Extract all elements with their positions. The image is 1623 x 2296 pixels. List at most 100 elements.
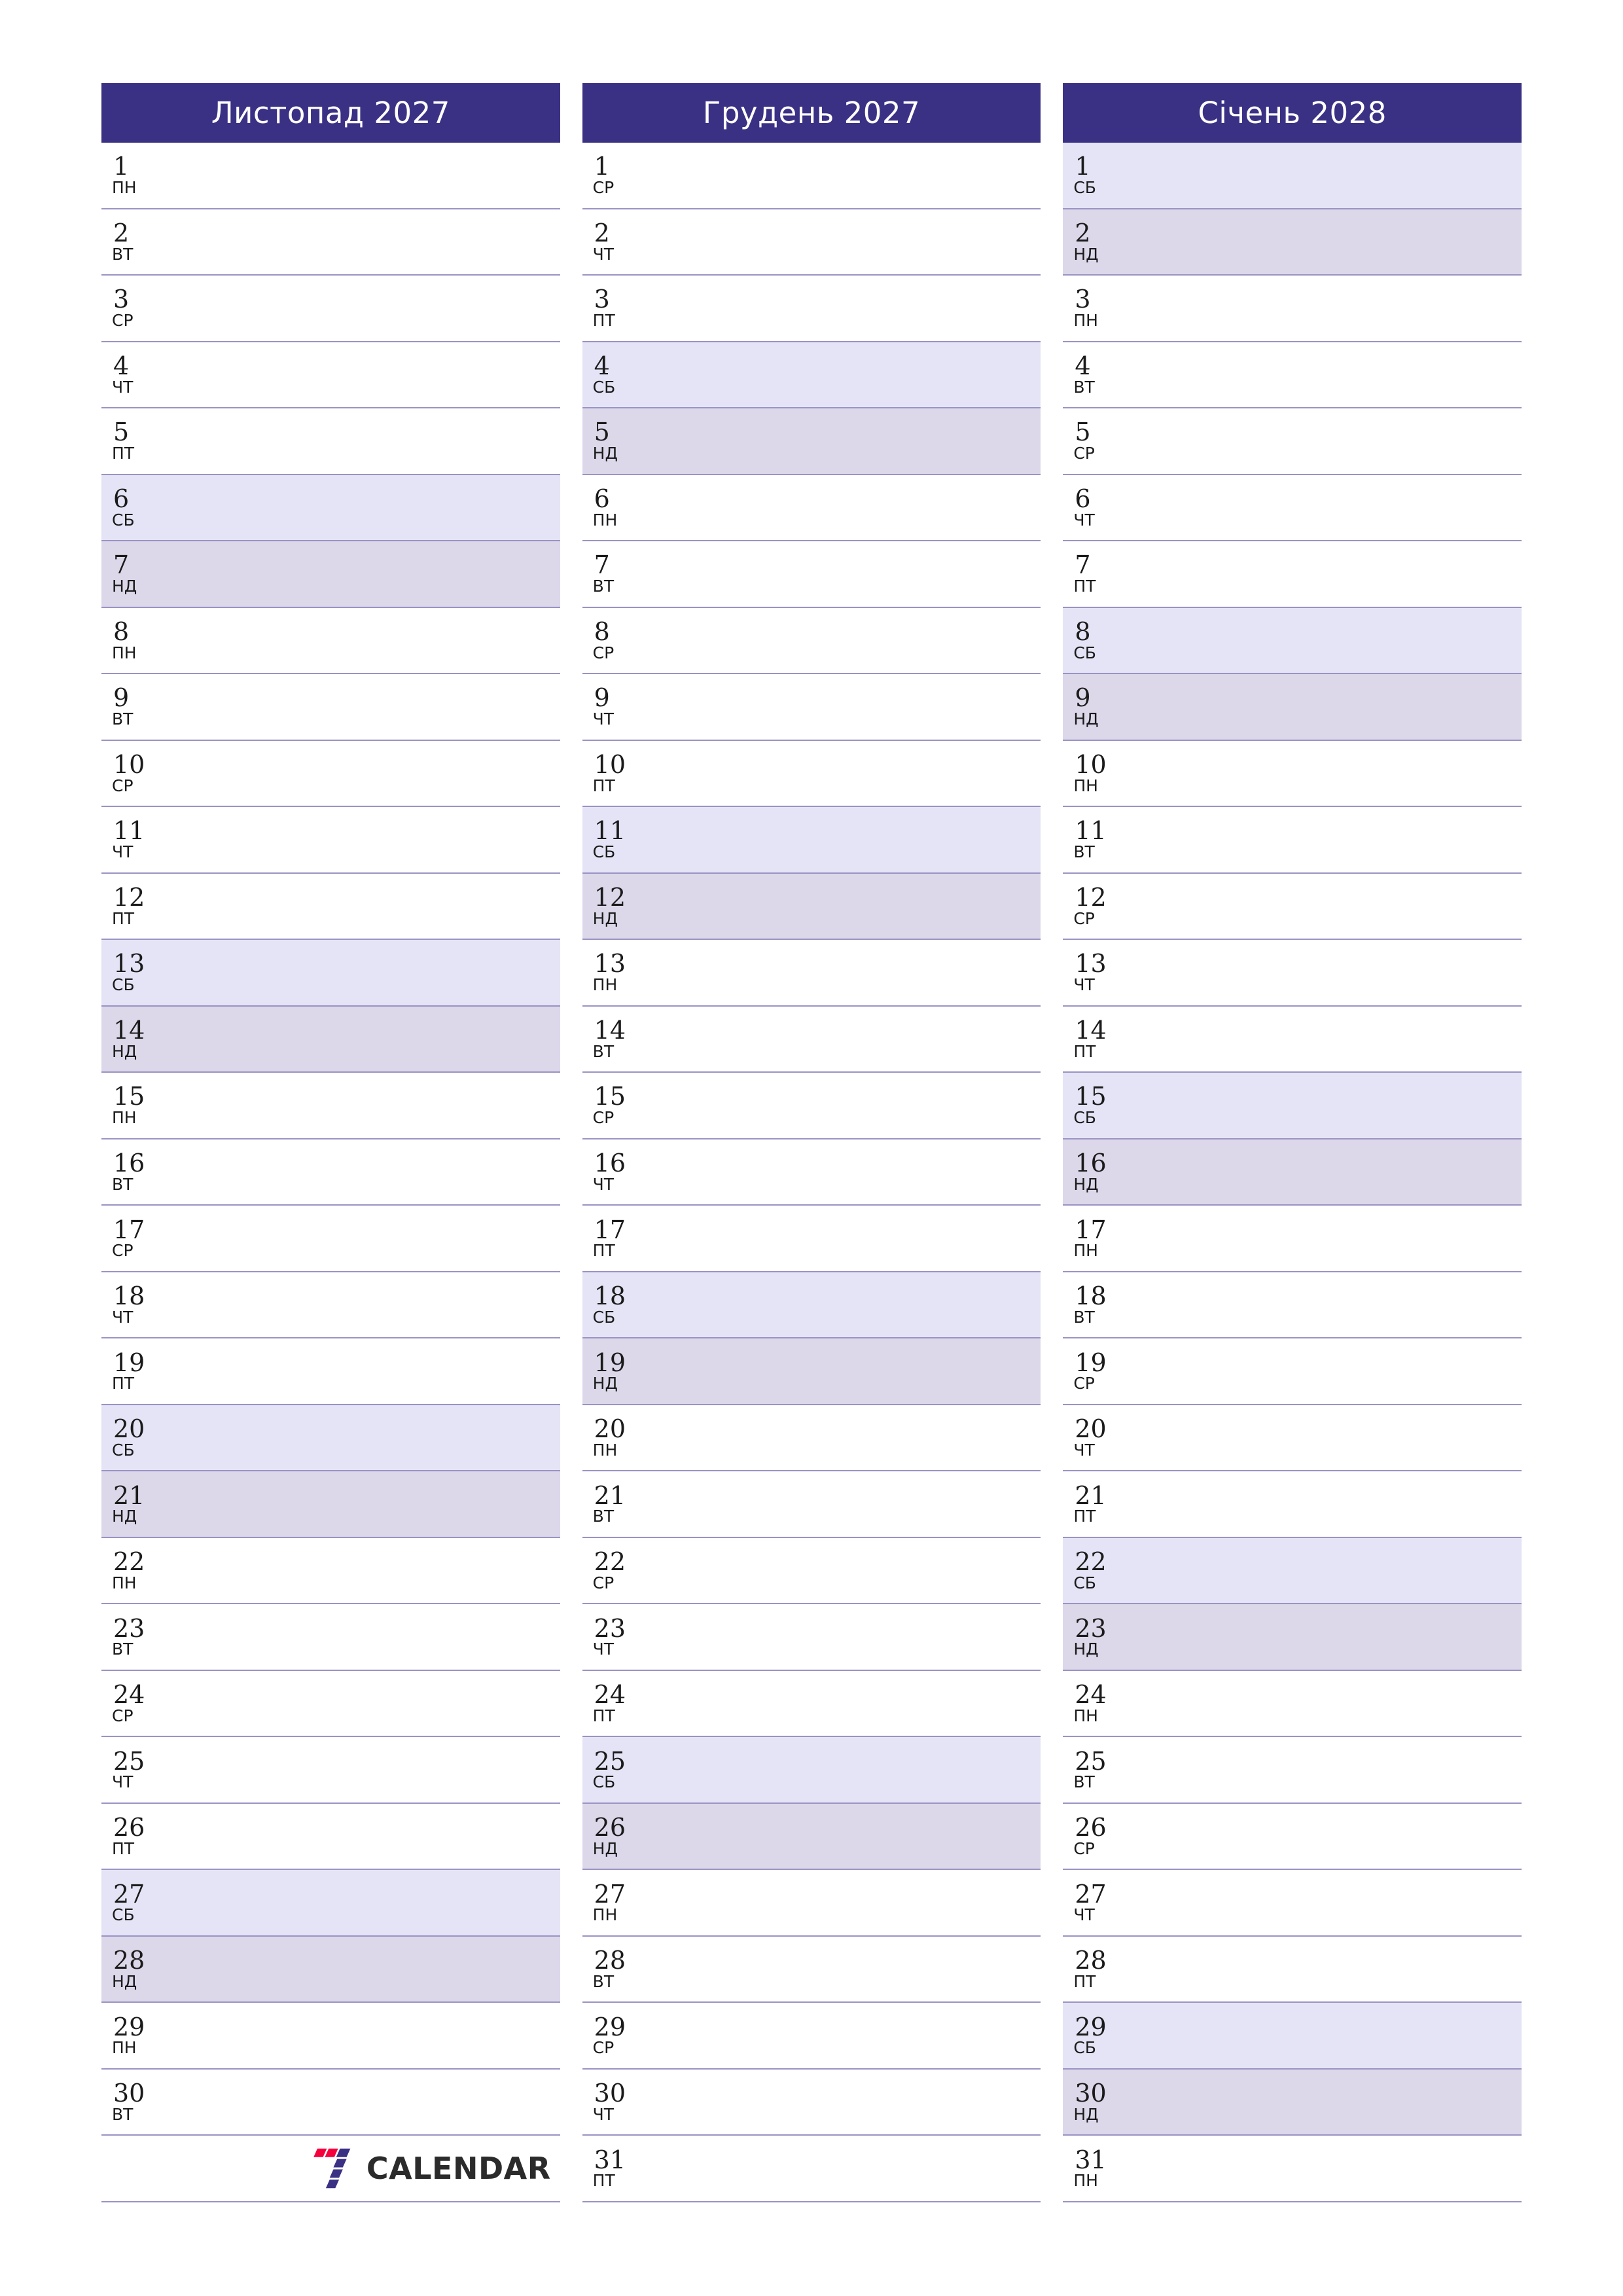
day-row[interactable]: 19 СР [1063, 1338, 1522, 1405]
day-row[interactable]: 27 ПН [582, 1870, 1041, 1937]
day-row[interactable]: 5 СР [1063, 408, 1522, 475]
day-row[interactable]: 16 ЧТ [582, 1139, 1041, 1206]
day-row[interactable]: 8 ПН [101, 608, 560, 675]
day-row[interactable]: 3 СР [101, 276, 560, 342]
day-row[interactable]: 15 СБ [1063, 1073, 1522, 1139]
day-row[interactable]: 20 ПН [582, 1405, 1041, 1472]
day-row[interactable]: 23 НД [1063, 1604, 1522, 1671]
day-row[interactable]: 26 СР [1063, 1804, 1522, 1871]
day-row[interactable]: 31 ПН [1063, 2136, 1522, 2202]
day-row[interactable]: 18 СБ [582, 1272, 1041, 1339]
day-row[interactable]: 30 НД [1063, 2069, 1522, 2136]
day-row[interactable]: 24 ПТ [582, 1671, 1041, 1738]
day-row[interactable]: 9 НД [1063, 674, 1522, 741]
day-row[interactable]: 2 ЧТ [582, 209, 1041, 276]
day-number: 21 [1075, 1480, 1107, 1510]
day-row[interactable]: 21 НД [101, 1471, 560, 1538]
day-row[interactable]: 29 ПН [101, 2003, 560, 2070]
day-row[interactable]: 22 СБ [1063, 1537, 1522, 1605]
day-number: 2 [594, 218, 610, 247]
day-row[interactable]: 31 ПТ [582, 2136, 1041, 2202]
day-row[interactable]: 25 СБ [582, 1737, 1041, 1804]
day-row[interactable]: 27 СБ [101, 1870, 560, 1937]
day-row[interactable]: 10 СР [101, 741, 560, 808]
day-row[interactable]: 25 ЧТ [101, 1737, 560, 1804]
day-row[interactable]: 7 НД [101, 541, 560, 608]
day-row[interactable]: 1 СБ [1063, 143, 1522, 209]
day-row[interactable]: 13 СБ [101, 940, 560, 1007]
day-row[interactable]: 16 НД [1063, 1139, 1522, 1206]
day-row[interactable]: 15 СР [582, 1073, 1041, 1139]
day-weekday: НД [112, 1971, 137, 1991]
day-row[interactable]: 5 ПТ [101, 408, 560, 475]
day-row[interactable]: 2 ВТ [101, 209, 560, 276]
day-row[interactable]: 22 СР [582, 1538, 1041, 1605]
day-row[interactable]: 22 ПН [101, 1538, 560, 1605]
day-row[interactable]: 6 ПН [582, 475, 1041, 542]
day-row[interactable]: 7 ВТ [582, 541, 1041, 608]
day-row[interactable]: 3 ПН [1063, 276, 1522, 342]
day-row[interactable]: 24 ПН [1063, 1671, 1522, 1738]
day-row[interactable]: 29 СР [582, 2003, 1041, 2070]
day-row[interactable]: 4 ЧТ [101, 342, 560, 409]
day-row[interactable]: 11 СБ [582, 807, 1041, 874]
day-row[interactable]: 9 ВТ [101, 674, 560, 741]
day-row[interactable]: 30 ЧТ [582, 2070, 1041, 2136]
day-row[interactable]: 24 СР [101, 1671, 560, 1738]
day-row[interactable]: 16 ВТ [101, 1139, 560, 1206]
day-row[interactable]: 28 ПТ [1063, 1937, 1522, 2003]
day-row[interactable]: 18 ВТ [1063, 1272, 1522, 1339]
day-row[interactable]: 13 ЧТ [1063, 940, 1522, 1007]
day-row[interactable]: 20 ЧТ [1063, 1405, 1522, 1472]
day-row[interactable]: 1 ПН [101, 143, 560, 209]
day-weekday: НД [592, 1374, 618, 1393]
day-row[interactable]: 27 ЧТ [1063, 1870, 1522, 1937]
day-row[interactable]: 17 ПТ [582, 1206, 1041, 1272]
day-row[interactable]: 10 ПН [1063, 741, 1522, 808]
day-row[interactable]: 10 ПТ [582, 741, 1041, 808]
day-row[interactable]: 5 НД [582, 408, 1041, 475]
day-row[interactable]: 17 ПН [1063, 1206, 1522, 1272]
day-row[interactable]: 23 ЧТ [582, 1604, 1041, 1671]
day-row[interactable]: 6 ЧТ [1063, 475, 1522, 542]
day-row[interactable]: 30 ВТ [101, 2070, 560, 2136]
day-row[interactable]: 15 ПН [101, 1073, 560, 1139]
day-row[interactable]: 21 ПТ [1063, 1471, 1522, 1538]
day-row[interactable]: 28 ВТ [582, 1937, 1041, 2003]
day-row[interactable]: 12 ПТ [101, 874, 560, 941]
day-row[interactable]: 8 СБ [1063, 607, 1522, 675]
day-row[interactable]: 28 НД [101, 1936, 560, 2003]
day-row[interactable]: 2 НД [1063, 209, 1522, 276]
day-row[interactable]: 9 ЧТ [582, 674, 1041, 741]
day-row[interactable]: 1 СР [582, 143, 1041, 209]
day-row[interactable]: 12 НД [582, 873, 1041, 941]
day-row[interactable]: 11 ЧТ [101, 807, 560, 874]
day-row[interactable]: 17 СР [101, 1206, 560, 1272]
day-row[interactable]: 13 ПН [582, 940, 1041, 1007]
day-weekday: ПН [1073, 2171, 1098, 2191]
day-row[interactable]: 3 ПТ [582, 276, 1041, 342]
day-row[interactable]: 12 СР [1063, 874, 1522, 941]
day-row[interactable]: 14 НД [101, 1006, 560, 1073]
day-row[interactable]: 20 СБ [101, 1405, 560, 1472]
day-row[interactable]: 19 НД [582, 1338, 1041, 1405]
day-row[interactable]: 4 СБ [582, 342, 1041, 409]
day-row[interactable]: 18 ЧТ [101, 1272, 560, 1339]
day-number: 13 [594, 949, 626, 978]
day-row[interactable]: 26 НД [582, 1803, 1041, 1871]
day-row[interactable]: 26 ПТ [101, 1804, 560, 1871]
day-row[interactable]: 8 СР [582, 608, 1041, 675]
day-row[interactable]: 6 СБ [101, 475, 560, 542]
day-weekday: ПН [112, 1108, 137, 1128]
day-row[interactable]: 11 ВТ [1063, 807, 1522, 874]
day-row[interactable]: 23 ВТ [101, 1604, 560, 1671]
day-row[interactable]: 21 ВТ [582, 1471, 1041, 1538]
day-row[interactable]: 14 ВТ [582, 1007, 1041, 1073]
day-weekday: СБ [592, 842, 616, 862]
day-row[interactable]: 29 СБ [1063, 2003, 1522, 2070]
day-row[interactable]: 4 ВТ [1063, 342, 1522, 409]
day-row[interactable]: 19 ПТ [101, 1338, 560, 1405]
day-row[interactable]: 7 ПТ [1063, 541, 1522, 608]
day-row[interactable]: 25 ВТ [1063, 1737, 1522, 1804]
day-row[interactable]: 14 ПТ [1063, 1007, 1522, 1073]
